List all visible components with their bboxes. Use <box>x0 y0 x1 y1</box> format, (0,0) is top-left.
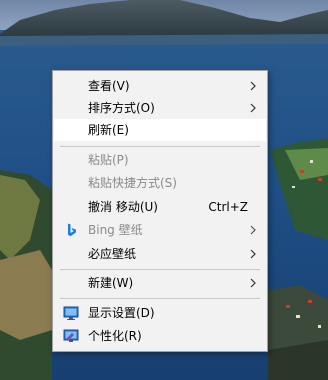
menu-item-biying-wallpaper-label: 必应壁纸 <box>88 247 137 261</box>
bing-logo-icon <box>68 223 76 237</box>
menu-item-personalize-label: 个性化(R) <box>88 329 142 343</box>
menu-item-display-settings-label: 显示设置(D) <box>88 306 155 320</box>
chevron-right-icon <box>250 249 256 259</box>
menu-item-new[interactable]: 新建(W) <box>54 272 266 294</box>
menu-separator <box>60 269 260 270</box>
menu-item-paste-shortcut-label: 粘贴快捷方式(S) <box>88 176 177 190</box>
desktop-context-menu: 查看(V) 排序方式(O) 刷新(E) 粘贴(P) 粘贴快捷方式(S) 撤消 移… <box>52 70 268 352</box>
menu-separator <box>60 146 260 147</box>
menu-item-biying-wallpaper[interactable]: 必应壁纸 <box>54 243 266 265</box>
menu-item-sort-label: 排序方式(O) <box>88 101 155 115</box>
display-settings-icon <box>63 306 79 320</box>
menu-item-undo-shortcut: Ctrl+Z <box>208 200 248 214</box>
menu-item-paste[interactable]: 粘贴(P) <box>54 149 266 171</box>
menu-item-bing-wallpaper-label: Bing 壁纸 <box>88 223 143 237</box>
menu-item-bing-wallpaper[interactable]: Bing 壁纸 <box>54 219 266 241</box>
personalize-icon <box>63 329 79 342</box>
menu-item-new-label: 新建(W) <box>88 276 134 290</box>
menu-item-refresh-label: 刷新(E) <box>88 123 129 137</box>
chevron-right-icon <box>250 278 256 288</box>
menu-item-personalize[interactable]: 个性化(R) <box>54 325 266 347</box>
menu-item-display-settings[interactable]: 显示设置(D) <box>54 302 266 324</box>
menu-separator <box>60 298 260 299</box>
menu-item-undo-move[interactable]: 撤消 移动(U) Ctrl+Z <box>54 196 266 218</box>
menu-item-paste-shortcut[interactable]: 粘贴快捷方式(S) <box>54 172 266 194</box>
menu-item-sort[interactable]: 排序方式(O) <box>54 97 266 119</box>
menu-item-view[interactable]: 查看(V) <box>54 75 266 97</box>
chevron-right-icon <box>250 103 256 113</box>
chevron-right-icon <box>250 225 256 235</box>
menu-item-paste-label: 粘贴(P) <box>88 153 129 167</box>
menu-item-undo-move-label: 撤消 移动(U) <box>88 200 158 214</box>
menu-item-view-label: 查看(V) <box>88 79 130 93</box>
menu-item-refresh[interactable]: 刷新(E) <box>54 119 266 141</box>
chevron-right-icon <box>250 81 256 91</box>
